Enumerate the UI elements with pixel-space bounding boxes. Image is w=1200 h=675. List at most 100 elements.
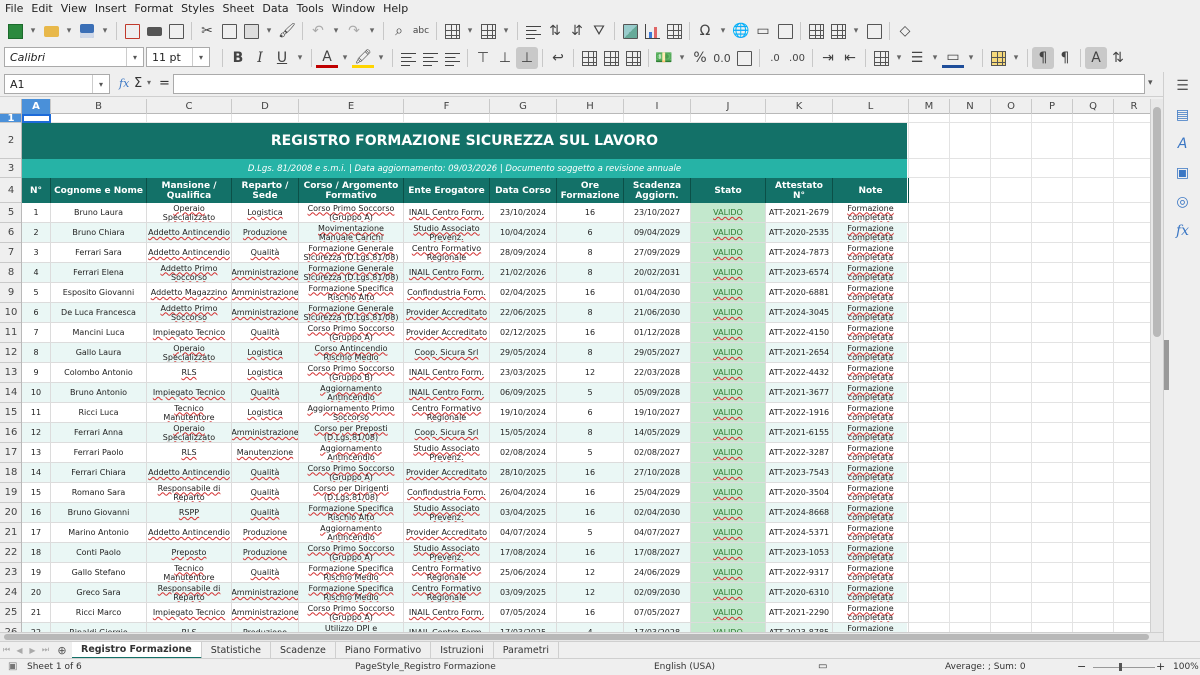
- column-header-q[interactable]: Q: [1073, 99, 1114, 114]
- column-header-f[interactable]: F: [404, 99, 490, 114]
- table-cell[interactable]: Formazione completata: [833, 263, 909, 283]
- table-cell[interactable]: VALIDO: [691, 583, 766, 603]
- table-cell[interactable]: 21: [22, 603, 51, 623]
- table-cell[interactable]: Coop. Sicura Srl: [404, 423, 490, 443]
- sheet-tab-registro-formazione[interactable]: Registro Formazione: [72, 641, 202, 659]
- row-header-19[interactable]: 19: [0, 483, 21, 503]
- horizontal-scroll-thumb[interactable]: [4, 634, 1149, 640]
- table-header-cell[interactable]: Corso / Argomento Formativo: [299, 178, 404, 203]
- font-color-icon[interactable]: A: [316, 49, 338, 68]
- table-cell[interactable]: Ricci Luca: [51, 403, 147, 423]
- column-header-h[interactable]: H: [557, 99, 624, 114]
- table-cell[interactable]: ATT-2020-2535: [766, 223, 833, 243]
- table-cell[interactable]: VALIDO: [691, 323, 766, 343]
- percent-icon[interactable]: %: [689, 47, 711, 69]
- column-header-l[interactable]: L: [833, 99, 909, 114]
- table-cell[interactable]: 01/04/2030: [624, 283, 691, 303]
- table-cell[interactable]: Addetto Antincendio: [147, 243, 232, 263]
- table-cell[interactable]: 04/07/2027: [624, 523, 691, 543]
- table-cell[interactable]: 23/10/2024: [490, 203, 557, 223]
- table-cell[interactable]: 17/08/2027: [624, 543, 691, 563]
- table-cell[interactable]: 16: [557, 323, 624, 343]
- table-cell[interactable]: 9: [22, 363, 51, 383]
- table-cell[interactable]: Studio Associato Prevenz.: [404, 543, 490, 563]
- zoom-out-icon[interactable]: −: [1077, 660, 1086, 673]
- functions-icon[interactable]: fx: [1164, 216, 1200, 245]
- increase-indent-icon[interactable]: ⇥: [817, 47, 839, 69]
- table-cell[interactable]: Corso per Preposti (D.Lgs.81/08): [299, 423, 404, 443]
- table-cell[interactable]: 6: [557, 403, 624, 423]
- chevron-down-icon[interactable]: ▾: [126, 48, 143, 66]
- table-header-cell[interactable]: Data Corso: [490, 178, 557, 203]
- table-cell[interactable]: 4: [22, 263, 51, 283]
- align-top-icon[interactable]: ⊤: [472, 47, 494, 69]
- table-cell[interactable]: VALIDO: [691, 563, 766, 583]
- table-cell[interactable]: Confindustria Form.: [404, 483, 490, 503]
- align-left-icon[interactable]: [397, 47, 419, 69]
- table-cell[interactable]: Conti Paolo: [51, 543, 147, 563]
- table-cell[interactable]: 19: [22, 563, 51, 583]
- table-cell[interactable]: VALIDO: [691, 303, 766, 323]
- table-cell[interactable]: 04/07/2024: [490, 523, 557, 543]
- table-cell[interactable]: Amministrazione: [232, 303, 299, 323]
- table-cell[interactable]: 8: [22, 343, 51, 363]
- table-cell[interactable]: 03/09/2025: [490, 583, 557, 603]
- table-cell[interactable]: RSPP: [147, 503, 232, 523]
- table-cell[interactable]: Qualità: [232, 483, 299, 503]
- border-style-dropdown-icon[interactable]: ▾: [928, 47, 942, 69]
- sum-dropdown-icon[interactable]: ▾: [147, 78, 151, 87]
- row-header-1[interactable]: 1: [0, 114, 21, 124]
- table-cell[interactable]: 7: [22, 323, 51, 343]
- redo-dropdown-icon[interactable]: ▾: [365, 20, 379, 42]
- table-cell[interactable]: Ferrari Paolo: [51, 443, 147, 463]
- table-cell[interactable]: Aggiornamento Antincendio: [299, 383, 404, 403]
- menu-item-window[interactable]: Window: [332, 2, 375, 15]
- currency-icon[interactable]: 💵: [653, 47, 675, 69]
- table-cell[interactable]: 27/10/2028: [624, 463, 691, 483]
- table-cell[interactable]: Corso Primo Soccorso (Gruppo A): [299, 463, 404, 483]
- row-header-3[interactable]: 3: [0, 159, 21, 178]
- selected-cell-a1[interactable]: [22, 114, 51, 123]
- chevron-down-icon[interactable]: ▾: [192, 48, 209, 66]
- special-character-icon[interactable]: Ω: [694, 20, 716, 42]
- cell-area[interactable]: REGISTRO FORMAZIONE SICUREZZA SUL LAVORO…: [22, 114, 1150, 632]
- freeze-rows-icon[interactable]: [827, 20, 849, 42]
- italic-icon[interactable]: I: [249, 47, 271, 69]
- select-all-corner[interactable]: [0, 99, 22, 114]
- table-cell[interactable]: 22/03/2028: [624, 363, 691, 383]
- table-cell[interactable]: 5: [22, 283, 51, 303]
- table-cell[interactable]: Rinaldi Giorgio: [51, 623, 147, 632]
- table-cell[interactable]: Operaio Specializzato: [147, 343, 232, 363]
- table-cell[interactable]: ATT-2021-2290: [766, 603, 833, 623]
- table-cell[interactable]: 16: [557, 483, 624, 503]
- navigator-icon[interactable]: ◎: [1164, 187, 1200, 216]
- table-cell[interactable]: Centro Formativo Regionale: [404, 403, 490, 423]
- special-character-dropdown-icon[interactable]: ▾: [716, 20, 730, 42]
- table-cell[interactable]: Aggiornamento Antincendio: [299, 443, 404, 463]
- table-cell[interactable]: Formazione completata: [833, 223, 909, 243]
- table-cell[interactable]: 29/05/2024: [490, 343, 557, 363]
- table-header-cell[interactable]: Attestato N°: [766, 178, 833, 203]
- table-cell[interactable]: ATT-2022-9317: [766, 563, 833, 583]
- chevron-down-icon[interactable]: ▾: [92, 75, 109, 93]
- table-cell[interactable]: Qualità: [232, 243, 299, 263]
- table-cell[interactable]: Formazione completata: [833, 303, 909, 323]
- table-cell[interactable]: Qualità: [232, 383, 299, 403]
- sheet-tab-istruzioni[interactable]: Istruzioni: [431, 641, 494, 659]
- table-cell[interactable]: 02/04/2025: [490, 283, 557, 303]
- table-cell[interactable]: 6: [557, 223, 624, 243]
- table-cell[interactable]: 02/08/2024: [490, 443, 557, 463]
- formula-equals-icon[interactable]: =: [159, 76, 170, 91]
- table-cell[interactable]: Tecnico Manutentore: [147, 403, 232, 423]
- table-cell[interactable]: De Luca Francesca: [51, 303, 147, 323]
- open-icon[interactable]: [40, 20, 62, 42]
- align-right-icon[interactable]: [441, 47, 463, 69]
- row-header-12[interactable]: 12: [0, 343, 21, 363]
- table-cell[interactable]: Corso Primo Soccorso (Gruppo B): [299, 363, 404, 383]
- row-header-15[interactable]: 15: [0, 403, 21, 423]
- table-cell[interactable]: Formazione completata: [833, 343, 909, 363]
- paste-icon[interactable]: [240, 20, 262, 42]
- table-cell[interactable]: 05/09/2028: [624, 383, 691, 403]
- table-cell[interactable]: Formazione Specifica Rischio Medio: [299, 563, 404, 583]
- row-header-18[interactable]: 18: [0, 463, 21, 483]
